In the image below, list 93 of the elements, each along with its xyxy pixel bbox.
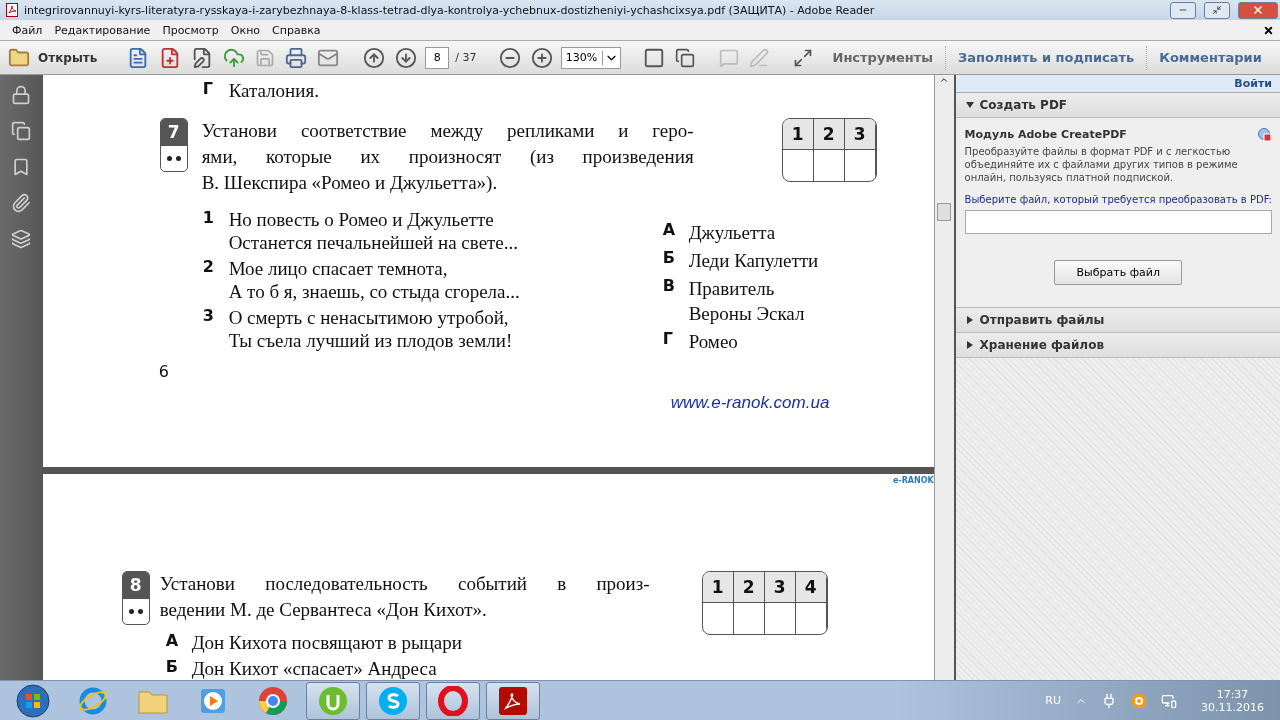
menu-item[interactable]: Справка (266, 23, 327, 37)
option-text: Каталония. (228, 79, 319, 102)
file-field[interactable] (964, 210, 1272, 234)
layers-icon[interactable] (10, 229, 31, 249)
play-icon (199, 686, 227, 715)
toolbar-tab[interactable]: Заполнить и подписать (945, 45, 1147, 70)
answer-grid-header: 3 (844, 119, 876, 150)
option-text: Леди Капулетти (688, 249, 819, 273)
torrent-icon (318, 685, 348, 716)
pane-section-header[interactable]: Отправить файлы (955, 308, 1280, 333)
taskbar-app[interactable] (486, 681, 540, 720)
clock-date: 30.11.2016 (1201, 700, 1264, 714)
caret-right-icon (965, 316, 974, 324)
close-icon[interactable] (1263, 24, 1274, 36)
answer-grid-header: 1 (782, 119, 814, 150)
question-number: 8 (122, 572, 149, 599)
quote-number: 2 (202, 257, 215, 276)
module-icon (1258, 128, 1272, 142)
ring-icon (438, 685, 468, 716)
answer-grid-header: 1 (702, 572, 734, 603)
menu-item[interactable]: Просмотр (156, 23, 225, 37)
taskbar-app[interactable] (366, 681, 420, 720)
option-letter: Г (662, 329, 674, 348)
option-text: Дон Кихот «спасает» Андреса (191, 657, 437, 680)
pdf-icon (6, 3, 18, 17)
restore-icon (1212, 5, 1222, 15)
restore-button[interactable] (1204, 1, 1230, 19)
quote-text: Но повесть о Ромео и Джульетте Останется печальнейшей на свете... (228, 208, 519, 254)
chat-icon (378, 685, 408, 716)
page-number-field[interactable]: 8 (425, 46, 450, 69)
option-letter: Б (662, 248, 676, 267)
toolbar-tab[interactable]: Инструменты (820, 45, 946, 70)
file-prompt: Выберите файл, который требуется преобразовать в PDF: (964, 194, 1272, 205)
option-text: Правитель Вероны Эскал (688, 277, 805, 326)
ring-icon[interactable] (1131, 692, 1147, 709)
start-orb-icon (16, 683, 50, 718)
dots-icon (166, 156, 181, 161)
answer-grid-header: 4 (795, 572, 827, 603)
website-link[interactable]: www.e-ranok.com.ua (670, 393, 830, 413)
menu-item[interactable]: Редактирование (48, 23, 157, 37)
option-text: Джульетта (688, 221, 776, 245)
quote-text: Мое лицо спасает темнота, А то б я, знаешь, со стыда сгорела... (228, 257, 520, 303)
quote-text: О смерть с ненасытимою утробой, Ты съела лучший из плодов земли! (228, 306, 513, 352)
question-number: 7 (160, 119, 187, 146)
publisher-logo: e-RANOK (892, 476, 934, 485)
close-button[interactable] (1238, 1, 1278, 19)
answer-grid-header: 2 (813, 119, 845, 150)
paperclip-icon[interactable] (10, 193, 31, 213)
choose-file-button[interactable]: Выбрать файл (1054, 260, 1183, 285)
page-number: 6 (158, 361, 170, 383)
option-letter: В (662, 276, 676, 295)
sign-in-link[interactable]: Войти (1234, 77, 1272, 90)
open-button[interactable]: Открыть (8, 46, 106, 69)
option-letter: Б (165, 657, 179, 676)
question-text: Установи соответствие между репликами и геро- ями, которые их произносят (из произведения В. Шекспира «Ромео и Джульетта»). (201, 119, 694, 195)
dots-icon (128, 609, 143, 614)
plug-icon[interactable] (1101, 692, 1117, 709)
menu-item[interactable]: Файл (6, 23, 49, 37)
answer-grid-header: 2 (733, 572, 765, 603)
browser-icon (78, 685, 108, 716)
pages-icon[interactable] (10, 121, 31, 141)
lock-icon[interactable] (10, 85, 31, 105)
scroll-up-icon[interactable] (939, 75, 950, 85)
network-icon[interactable] (1161, 692, 1177, 709)
quote-number: 3 (202, 306, 215, 325)
menu-item[interactable]: Окно (224, 23, 267, 37)
caret-down-icon (965, 101, 974, 109)
module-description: Преобразуйте файлы в формат PDF и с легкостью объединяйте их с файлами других типов в режиме онлайн, пользуясь платной подпиской. (964, 145, 1239, 184)
question-text: Установи последовательность событий в произ- ведении М. де Сервантеса «Дон Кихот». (159, 572, 650, 622)
option-letter: А (662, 220, 676, 239)
module-title: Модуль Adobe CreatePDF (964, 128, 1127, 142)
close-icon (1252, 4, 1264, 16)
pane-section-header[interactable]: Хранение файлов (955, 333, 1280, 358)
answer-grid-header: 3 (764, 572, 796, 603)
scrollbar-thumb[interactable] (937, 203, 952, 221)
option-text: Дон Кихота посвящают в рыцари (191, 631, 462, 654)
folder-icon (8, 46, 30, 69)
browser-icon (258, 685, 288, 716)
clock-time: 17:37 (1216, 687, 1249, 701)
toolbar-tab[interactable]: Комментарии (1146, 45, 1274, 70)
page-count: / 37 (455, 51, 477, 64)
quote-number: 1 (202, 208, 215, 227)
caret-right-icon (965, 341, 974, 349)
taskbar-app[interactable] (426, 681, 480, 720)
option-letter: Г (202, 79, 214, 98)
zoom-field[interactable]: 130% (560, 46, 621, 69)
taskbar-app[interactable] (306, 681, 360, 720)
minimize-button[interactable] (1170, 1, 1196, 19)
window-title: integrirovannuyi-kyrs-literatyra-rysskaya-i-zarybezhnaya-8-klass-tetrad-dlya-kontrolya-ychebnux-dostizheniyi-ychashcixsya.pdf (ЗАЩИТА) - Adobe Reader (24, 3, 876, 17)
pdf-icon (498, 685, 528, 716)
pane-section-header[interactable]: Создать PDF (955, 93, 1280, 118)
option-letter: А (165, 631, 179, 650)
option-text: Ромео (688, 330, 738, 354)
